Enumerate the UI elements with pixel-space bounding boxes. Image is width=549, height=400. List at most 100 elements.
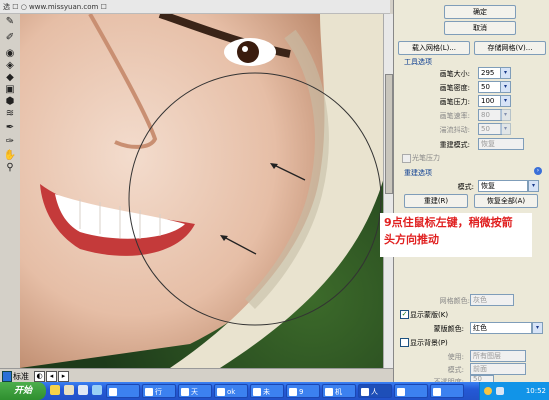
taskbar-item[interactable]: ok xyxy=(214,384,248,398)
brush-density-input[interactable]: 50 xyxy=(478,81,502,93)
task-window-icon xyxy=(397,388,405,396)
mirror-icon[interactable]: ⬢ xyxy=(3,96,17,108)
backdrop-mode-label: 模式: xyxy=(447,366,464,374)
task-window-icon xyxy=(217,388,225,396)
taskbar-item[interactable]: 天 xyxy=(178,384,212,398)
task-window-icon xyxy=(145,388,153,396)
tutorial-note-line-2: 头方向推动 xyxy=(384,233,439,246)
brush-pressure-label: 画笔压力: xyxy=(439,98,470,106)
tray-icon[interactable] xyxy=(484,387,492,395)
ok-button[interactable]: 确定 xyxy=(444,5,516,19)
backdrop-mode-select: 前面 xyxy=(470,363,526,375)
window-title-bar: 选 ☐ ○ www.missyuan.com ☐ xyxy=(0,0,390,14)
save-mesh-button[interactable]: 存储网格(V)... xyxy=(474,41,546,55)
clock: 10:52 xyxy=(525,387,546,395)
mesh-color-label: 网格颜色: xyxy=(439,297,470,305)
reconstruct-mode-arrow-icon[interactable]: ▾ xyxy=(528,180,539,192)
cancel-button[interactable]: 取消 xyxy=(444,21,516,35)
brush-rate-dropdown: ▾ xyxy=(500,109,511,121)
reconstruct-mode-label-2: 模式: xyxy=(457,183,474,191)
collapse-arrow-icon[interactable]: › xyxy=(534,167,542,175)
hand-icon[interactable]: ✋ xyxy=(3,150,17,162)
quicklaunch-desktop-icon[interactable] xyxy=(78,385,88,395)
brush-size-input[interactable]: 295 xyxy=(478,67,502,79)
tool-options-heading: 工具选项 xyxy=(404,58,432,66)
system-tray: 10:52 xyxy=(479,382,549,400)
brush-rate-label: 画笔速率: xyxy=(439,112,470,120)
reconstruct-button[interactable]: 重建(R) xyxy=(404,194,468,208)
task-window-icon xyxy=(433,388,441,396)
thaw-mask-icon[interactable]: ✑ xyxy=(3,136,17,148)
brush-pressure-dropdown[interactable]: ▾ xyxy=(500,95,511,107)
mask-color-label: 蒙版颜色: xyxy=(433,325,464,333)
taskbar-item[interactable] xyxy=(106,384,140,398)
backdrop-use-label: 使用: xyxy=(447,353,464,361)
task-window-icon xyxy=(181,388,189,396)
show-backdrop-label: 显示背景(P) xyxy=(410,339,448,347)
mask-color-arrow-icon[interactable]: ▾ xyxy=(532,322,543,334)
load-mesh-button[interactable]: 载入网格(L)... xyxy=(398,41,470,55)
photo-canvas[interactable] xyxy=(20,14,385,368)
show-backdrop-checkbox[interactable] xyxy=(400,338,409,347)
taskbar-item[interactable]: 未 xyxy=(250,384,284,398)
push-left-icon[interactable]: ▣ xyxy=(3,84,17,96)
backdrop-use-select: 所有图层 xyxy=(470,350,526,362)
brush-density-label: 画笔密度: xyxy=(439,84,470,92)
stylus-pressure-label: 光笔压力 xyxy=(412,154,440,162)
task-window-icon xyxy=(253,388,261,396)
quicklaunch-app-icon[interactable] xyxy=(92,385,102,395)
turbulent-jitter-label: 湍流抖动: xyxy=(439,126,470,134)
reconstruct-icon[interactable]: ✐ xyxy=(3,32,17,44)
task-window-icon xyxy=(109,388,117,396)
tutorial-note: 9点住鼠标左键，稍微按箭 头方向推动 xyxy=(384,214,534,248)
quicklaunch-folder-icon[interactable] xyxy=(64,385,74,395)
taskbar-item[interactable]: 机 xyxy=(322,384,356,398)
scrollbar-thumb[interactable] xyxy=(385,74,393,194)
tutorial-note-line-1: 9点住鼠标左键，稍微按箭 xyxy=(384,216,513,229)
taskbar-item[interactable] xyxy=(430,384,464,398)
task-window-icon xyxy=(289,388,297,396)
restore-all-button[interactable]: 恢复全部(A) xyxy=(474,194,538,208)
taskbar-item[interactable]: 9 xyxy=(286,384,320,398)
windows-taskbar: 开始 行 天 ok 未 9 机 人 10:52 xyxy=(0,382,549,400)
brush-size-dropdown[interactable]: ▾ xyxy=(500,67,511,79)
quick-mask-icon[interactable]: ◐ xyxy=(34,371,45,382)
forward-warp-icon[interactable]: ✎ xyxy=(3,16,17,28)
screen-mode-icon[interactable] xyxy=(2,371,12,382)
task-window-icon xyxy=(361,388,369,396)
taskbar-item-active[interactable]: 人 xyxy=(358,384,392,398)
view-mode-label: 标准 xyxy=(13,372,29,381)
stylus-pressure-checkbox[interactable] xyxy=(402,154,411,163)
taskbar-item[interactable]: 行 xyxy=(142,384,176,398)
taskbar-item[interactable] xyxy=(394,384,428,398)
start-button[interactable]: 开始 xyxy=(0,382,46,400)
turbulent-jitter-dropdown: ▾ xyxy=(500,123,511,135)
twirl-icon[interactable]: ◉ xyxy=(3,48,17,60)
brush-pressure-input[interactable]: 100 xyxy=(478,95,502,107)
liquify-options-panel: 确定 取消 载入网格(L)... 存储网格(V)... 工具选项 画笔大小: 2… xyxy=(393,0,549,386)
reconstruct-options-heading: 重建选项 xyxy=(404,169,432,177)
photo-preview xyxy=(20,14,385,368)
arrow-left-icon[interactable]: ◂ xyxy=(46,371,57,382)
freeze-mask-icon[interactable]: ✒ xyxy=(3,122,17,134)
reconstruct-mode-label: 重建模式: xyxy=(439,141,470,149)
quicklaunch-ie-icon[interactable] xyxy=(50,385,60,395)
volume-icon[interactable] xyxy=(496,387,504,395)
turbulence-icon[interactable]: ≋ xyxy=(3,108,17,120)
bloat-icon[interactable]: ◆ xyxy=(3,72,17,84)
show-mask-label: 显示蒙版(K) xyxy=(410,311,449,319)
mesh-color-select: 灰色 xyxy=(470,294,514,306)
brush-density-dropdown[interactable]: ▾ xyxy=(500,81,511,93)
arrow-right-icon[interactable]: ▸ xyxy=(58,371,69,382)
reconstruct-mode-select: 恢复 xyxy=(478,138,524,150)
turbulent-jitter-input: 50 xyxy=(478,123,502,135)
status-bar: 标准 ◐ ◂ ▸ xyxy=(0,368,393,383)
show-mask-checkbox[interactable]: ✓ xyxy=(400,310,409,319)
reconstruct-mode-dropdown[interactable]: 恢复 xyxy=(478,180,528,192)
brush-size-label: 画笔大小: xyxy=(439,70,470,78)
task-window-icon xyxy=(325,388,333,396)
zoom-icon[interactable]: ⚲ xyxy=(3,162,17,174)
brush-rate-input: 80 xyxy=(478,109,502,121)
pucker-icon[interactable]: ◈ xyxy=(3,60,17,72)
mask-color-dropdown[interactable]: 红色 xyxy=(470,322,532,334)
